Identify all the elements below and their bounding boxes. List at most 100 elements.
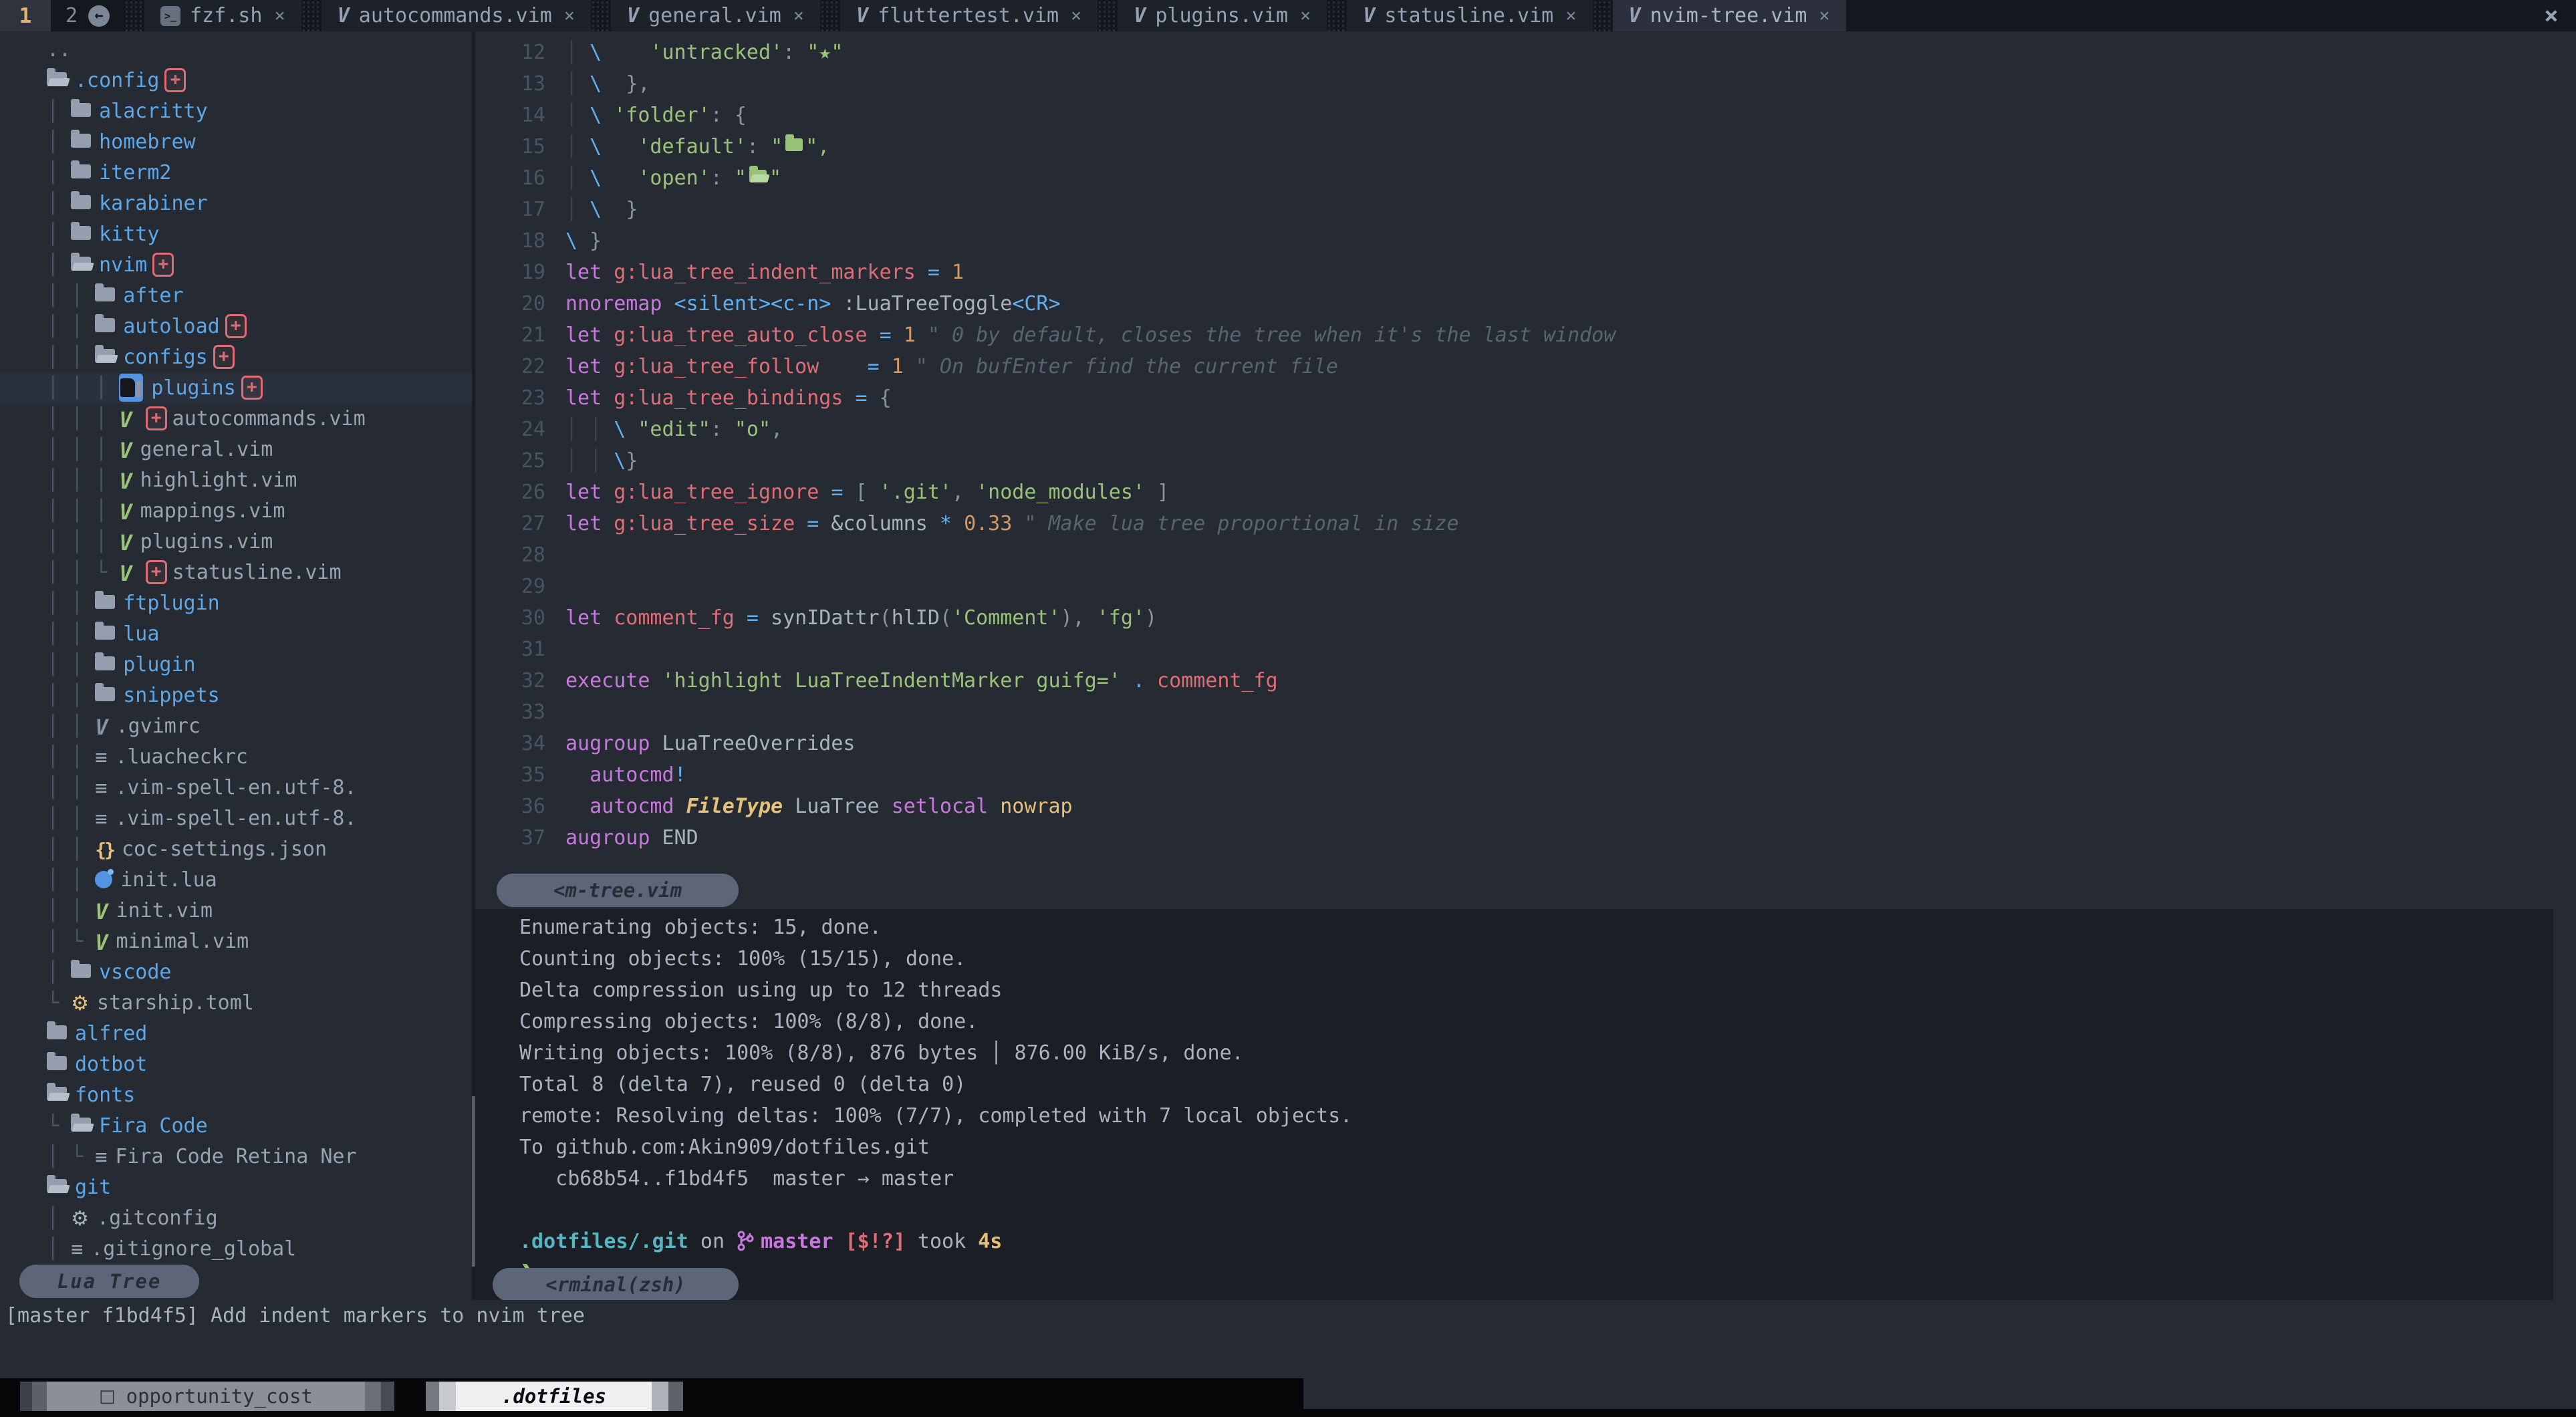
tree-item-coc-settings.json[interactable]: │ │ {}coc-settings.json	[0, 834, 472, 865]
tree-item-configs[interactable]: │ │ configs	[0, 342, 472, 373]
tree-item-.gitconfig[interactable]: │ ⚙.gitconfig	[0, 1203, 472, 1234]
terminal-line: ❯	[519, 1257, 2553, 1289]
tree-item-.vim-spell-en.utf-8.[interactable]: │ │ ≡.vim-spell-en.utf-8.	[0, 803, 472, 834]
tree-item-.gvimrc[interactable]: │ │ V.gvimrc	[0, 711, 472, 742]
tree-item-plugin[interactable]: │ │ plugin	[0, 650, 472, 680]
tree-item-snippets[interactable]: │ │ snippets	[0, 680, 472, 711]
tree-item-starship.toml[interactable]: └ ⚙starship.toml	[0, 988, 472, 1019]
terminal-line	[519, 1194, 2553, 1226]
tabpage-2-indicator[interactable]: 2 ←	[51, 0, 124, 31]
tree-item-plugins[interactable]: │ │ │ plugins	[0, 373, 472, 404]
code-w	[602, 135, 638, 158]
code-line: 18\ }	[475, 225, 2576, 257]
tree-item-vscode[interactable]: │ vscode	[0, 957, 472, 988]
tree-item-autoload[interactable]: │ │ autoload	[0, 311, 472, 342]
code-v: g:lua_tree_follow	[614, 355, 819, 378]
code-e: \	[614, 449, 626, 473]
tree-item-alacritty[interactable]: │ alacritty	[0, 96, 472, 127]
code-s: 'fg'	[1097, 606, 1145, 630]
tree-item-ftplugin[interactable]: │ │ ftplugin	[0, 588, 472, 619]
tree-item-after[interactable]: │ │ after	[0, 281, 472, 311]
tree-item-.vim-spell-en.utf-8.[interactable]: │ │ ≡.vim-spell-en.utf-8.	[0, 773, 472, 803]
tab-close-icon[interactable]: ×	[1819, 5, 1829, 26]
gear-icon: ⚙	[71, 989, 89, 1019]
tree-item-iterm2[interactable]: │ iterm2	[0, 158, 472, 188]
code-line: 26let g:lua_tree_ignore = [ '.git', 'nod…	[475, 477, 2576, 508]
vim-icon: V	[338, 4, 350, 27]
tab-close-icon[interactable]: ×	[1071, 5, 1081, 26]
code-w	[602, 512, 614, 535]
tab-autocommands.vim[interactable]: Vautocommands.vim×	[321, 0, 591, 31]
tree-item-mappings.vim[interactable]: │ │ │ Vmappings.vim	[0, 496, 472, 527]
tree-item-..[interactable]: ..	[0, 35, 472, 66]
tree-item-kitty[interactable]: │ kitty	[0, 219, 472, 250]
code-w	[602, 72, 626, 96]
code-p: )	[1145, 606, 1157, 630]
terminal-text: Total 8 (delta 7), reused 0 (delta 0)	[519, 1073, 966, 1096]
indent-guides: │ │	[47, 684, 95, 707]
terminal-pane[interactable]: Enumerating objects: 15, done.Counting o…	[475, 909, 2553, 1300]
vim-file-icon: V	[95, 896, 108, 927]
tmux-window-opportunity-cost[interactable]: □ opportunity_cost	[20, 1382, 394, 1411]
tree-item-plugins.vim[interactable]: │ │ │ Vplugins.vim	[0, 527, 472, 557]
tree-item-alfred[interactable]: alfred	[0, 1019, 472, 1049]
tab-statusline.vim[interactable]: Vstatusline.vim×	[1347, 0, 1592, 31]
tab-fzf.sh[interactable]: >_fzf.sh×	[144, 0, 301, 31]
tab-plugins.vim[interactable]: Vplugins.vim×	[1118, 0, 1327, 31]
code-line: 20nnoremap <silent><c-n> :LuaTreeToggle<…	[475, 288, 2576, 319]
tree-item-init.vim[interactable]: │ │ Vinit.vim	[0, 896, 472, 926]
tree-item-init.lua[interactable]: │ │ init.lua	[0, 865, 472, 896]
tree-item-fonts[interactable]: fonts	[0, 1080, 472, 1111]
tree-item-general.vim[interactable]: │ │ │ Vgeneral.vim	[0, 434, 472, 465]
code-s: 'default'	[638, 135, 747, 158]
code-o: =	[795, 512, 831, 535]
code-w	[602, 481, 614, 504]
code-v: comment_fg	[1157, 669, 1278, 692]
git-new-badge	[213, 345, 235, 369]
tab-close-icon[interactable]: ×	[274, 5, 285, 26]
code-g: │	[565, 198, 590, 221]
file-tree[interactable]: ...config│ alacritty│ homebrew│ iterm2│ …	[0, 31, 472, 1265]
close-all-icon[interactable]: ×	[2527, 0, 2576, 31]
code-s: '.git'	[880, 481, 952, 504]
tree-item-dotbot[interactable]: dotbot	[0, 1049, 472, 1080]
tree-item-highlight.vim[interactable]: │ │ │ Vhighlight.vim	[0, 465, 472, 496]
tab-close-icon[interactable]: ×	[1565, 5, 1576, 26]
tree-item-statusline.vim[interactable]: │ │ └ Vstatusline.vim	[0, 557, 472, 588]
indent-guides: │ │	[47, 592, 95, 615]
code-w	[602, 198, 626, 221]
tree-item-Fira Code Retina Ner[interactable]: │ └ ≡Fira Code Retina Ner	[0, 1142, 472, 1172]
tree-item-.gitignore_global[interactable]: │ ≡.gitignore_global	[0, 1234, 472, 1265]
tree-item-homebrew[interactable]: │ homebrew	[0, 127, 472, 158]
code-p: {	[880, 386, 892, 410]
terminal-text: 4s	[978, 1230, 1002, 1253]
code-c: " On bufEnter find the current file	[904, 355, 1338, 378]
tree-item-autocommands.vim[interactable]: │ │ │ Vautocommands.vim	[0, 404, 472, 434]
tab-fluttertest.vim[interactable]: Vfluttertest.vim×	[840, 0, 1098, 31]
tab-nvim-tree.vim[interactable]: Vnvim-tree.vim×	[1613, 0, 1846, 31]
tree-item-.config[interactable]: .config	[0, 66, 472, 96]
tab-close-icon[interactable]: ×	[564, 5, 575, 26]
tree-item-git[interactable]: git	[0, 1172, 472, 1203]
folder-open-icon	[71, 257, 91, 271]
tree-item-nvim[interactable]: │ nvim	[0, 250, 472, 281]
tree-item-karabiner[interactable]: │ karabiner	[0, 188, 472, 219]
indent-guides: │	[47, 1237, 71, 1261]
tab-general.vim[interactable]: Vgeneral.vim×	[611, 0, 820, 31]
editor-pane[interactable]: 12│ \ 'untracked': "★"13│ \ },14│ \ 'fol…	[475, 31, 2576, 909]
tmux-window-dotfiles[interactable]: .dotfiles	[426, 1382, 683, 1411]
tree-item-label: .gitignore_global	[91, 1237, 296, 1261]
tab-close-icon[interactable]: ×	[793, 5, 804, 26]
tab-close-icon[interactable]: ×	[1300, 5, 1311, 26]
code-o: <CR>	[1012, 292, 1060, 315]
tabpage-1-indicator[interactable]: 1	[0, 0, 51, 31]
tree-item-label: ftplugin	[123, 592, 220, 615]
code-k: let	[565, 481, 602, 504]
tree-item-minimal.vim[interactable]: │ └ Vminimal.vim	[0, 926, 472, 957]
tree-item-lua[interactable]: │ │ lua	[0, 619, 472, 650]
terminal-text: on	[688, 1230, 737, 1253]
tree-item-.luacheckrc[interactable]: │ │ ≡.luacheckrc	[0, 742, 472, 773]
command-line-message: [master f1bd4f5] Add indent markers to n…	[0, 1300, 2576, 1331]
line-number: 28	[489, 539, 545, 571]
tree-item-Fira Code[interactable]: └ Fira Code	[0, 1111, 472, 1142]
